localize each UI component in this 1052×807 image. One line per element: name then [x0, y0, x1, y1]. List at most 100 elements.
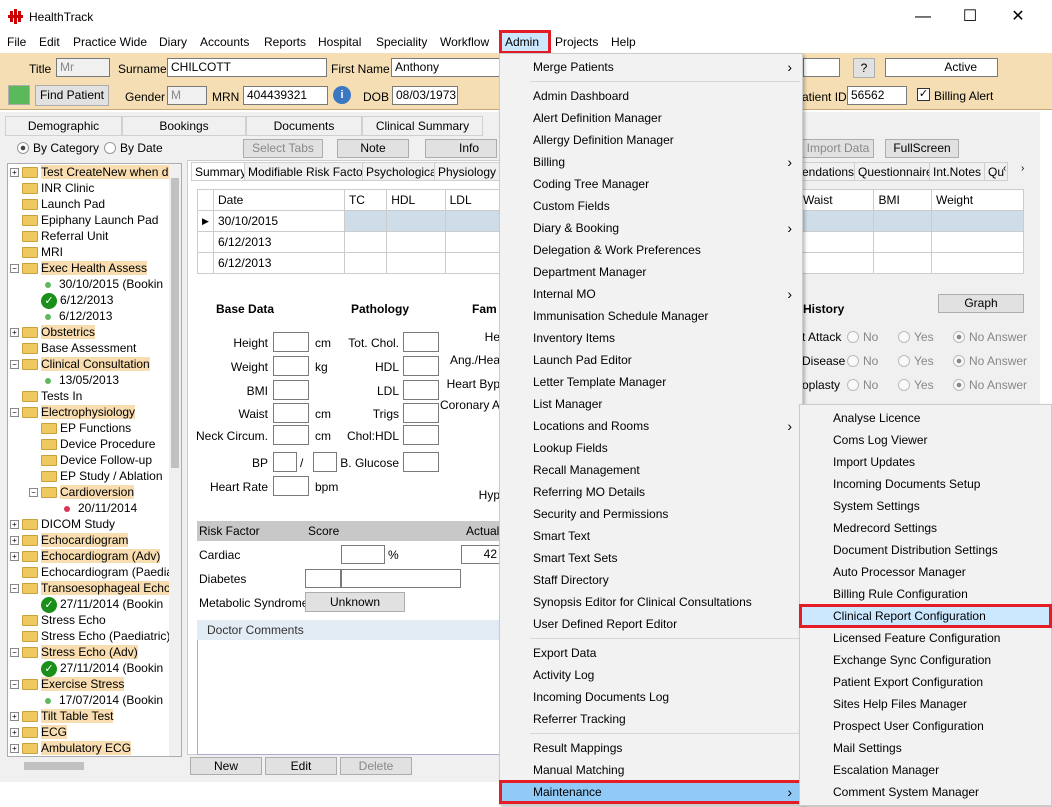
tree-item[interactable]: + DICOM Study [10, 516, 115, 532]
tree-item[interactable]: INR Clinic [10, 180, 94, 196]
expand-toggle-icon[interactable]: + [10, 712, 19, 722]
base-data-input[interactable] [273, 332, 309, 352]
status-select[interactable]: Active [885, 58, 998, 77]
admin-menu-item[interactable]: Activity Log [500, 664, 802, 686]
tree-item[interactable]: − Transoesophageal Echo [10, 580, 171, 596]
admin-menu-item[interactable]: Custom Fields [500, 195, 802, 217]
history-radio[interactable] [953, 331, 965, 343]
note-button[interactable]: Note [337, 139, 409, 158]
maintenance-menu-item[interactable]: Sites Help Files Manager [800, 693, 1051, 715]
tree-item[interactable]: Base Assessment [10, 340, 136, 356]
maintenance-menu-item[interactable]: Auto Processor Manager [800, 561, 1051, 583]
base-data-input[interactable] [273, 403, 309, 423]
admin-menu-item[interactable]: Export Data [500, 642, 802, 664]
expand-toggle-icon[interactable]: − [10, 680, 19, 690]
tree-item[interactable]: 13/05/2013 [10, 372, 119, 388]
admin-menu-item[interactable]: Merge Patients › [500, 56, 802, 78]
mrn-field[interactable]: 404439321 [243, 86, 328, 105]
tree-item[interactable]: EP Functions [10, 420, 131, 436]
gender-select[interactable]: M [167, 86, 207, 105]
tree-item[interactable]: − Exec Health Assess [10, 260, 148, 276]
clinical-report-configuration-item[interactable]: Clinical Report Configuration [799, 604, 1052, 628]
select-tabs-button[interactable]: Select Tabs [243, 139, 323, 158]
minimize-button[interactable]: — [900, 0, 946, 33]
history-radio[interactable] [847, 379, 859, 391]
menu-projects[interactable]: Projects [555, 35, 598, 49]
admin-menu-item[interactable]: Department Manager [500, 261, 802, 283]
maintenance-menu-item[interactable]: Prospect User Configuration [800, 715, 1051, 737]
edit-button[interactable]: Edit [265, 757, 337, 775]
history-radio[interactable] [898, 379, 910, 391]
maintenance-menu-item[interactable]: Mail Settings [800, 737, 1051, 759]
maintenance-menu-item[interactable]: Maintenance › [499, 780, 803, 804]
menu-speciality[interactable]: Speciality [376, 35, 427, 49]
menu-practice-wide[interactable]: Practice Wide [73, 35, 147, 49]
base-data-input[interactable] [273, 356, 309, 376]
pathology-input[interactable] [403, 356, 439, 376]
history-radio[interactable] [898, 331, 910, 343]
admin-menu-item[interactable]: User Defined Report Editor [500, 613, 802, 635]
surname-field[interactable]: CHILCOTT [167, 58, 327, 77]
maintenance-menu-item[interactable]: Licensed Feature Configuration [800, 627, 1051, 649]
admin-menu-item[interactable]: List Manager [500, 393, 802, 415]
tab-documents[interactable]: Documents [246, 116, 362, 136]
fullscreen-button[interactable]: FullScreen [885, 139, 959, 158]
admin-menu-item[interactable]: Internal MO › [500, 283, 802, 305]
tree-item[interactable]: 20/11/2014 [10, 500, 137, 516]
menu-diary[interactable]: Diary [159, 35, 187, 49]
tree-item[interactable]: EP Study / Ablation [10, 468, 163, 484]
menu-hospital[interactable]: Hospital [318, 35, 361, 49]
cardiac-score[interactable] [341, 545, 385, 564]
tree-item[interactable]: Device Procedure [10, 436, 155, 452]
history-radio[interactable] [953, 355, 965, 367]
tree-item[interactable]: − Electrophysiology [10, 404, 136, 420]
tab-bookings[interactable]: Bookings [122, 116, 246, 136]
admin-menu-item[interactable]: Staff Directory [500, 569, 802, 591]
tree-item[interactable]: Stress Echo [10, 612, 106, 628]
menu-edit[interactable]: Edit [39, 35, 60, 49]
admin-menu-item[interactable]: Alert Definition Manager [500, 107, 802, 129]
admin-menu-item[interactable]: Lookup Fields [500, 437, 802, 459]
maintenance-menu-item[interactable]: Comment System Manager [800, 781, 1051, 803]
tree-item[interactable]: + Ambulatory ECG [10, 740, 132, 756]
import-data-button[interactable]: Import Data [802, 139, 874, 158]
subtab-int-notes[interactable]: Int.Notes [929, 162, 986, 181]
maintenance-menu-item[interactable]: Import Updates [800, 451, 1051, 473]
history-radio[interactable] [953, 379, 965, 391]
tree-item[interactable]: − Clinical Consultation [10, 356, 150, 372]
tree-item[interactable]: 6/12/2013 [10, 308, 112, 324]
billing-alert-checkbox[interactable]: ✓ [917, 88, 930, 101]
admin-menu-item[interactable]: Inventory Items [500, 327, 802, 349]
menu-help[interactable]: Help [611, 35, 636, 49]
tree-item[interactable]: 30/10/2015 (Bookin [10, 276, 163, 292]
tree-item[interactable]: ✓ 6/12/2013 [10, 292, 113, 309]
maximize-button[interactable]: ☐ [947, 0, 993, 33]
tree-item[interactable]: − Cardioversion [10, 484, 135, 500]
subtab-questionnaire[interactable]: Questionnaire [854, 162, 937, 181]
history-radio[interactable] [847, 331, 859, 343]
admin-menu-item[interactable]: Synopsis Editor for Clinical Consultatio… [500, 591, 802, 613]
menu-reports[interactable]: Reports [264, 35, 306, 49]
tree-item[interactable]: Launch Pad [10, 196, 105, 212]
firstname-field[interactable]: Anthony [391, 58, 501, 77]
menu-file[interactable]: File [7, 35, 26, 49]
history-radio[interactable] [847, 355, 859, 367]
tree-item[interactable]: − Exercise Stress [10, 676, 125, 692]
admin-menu-item[interactable]: Incoming Documents Log [500, 686, 802, 708]
close-button[interactable]: ✕ [995, 0, 1041, 33]
admin-menu-item[interactable]: Diary & Booking › [500, 217, 802, 239]
admin-menu-item[interactable]: Admin Dashboard [500, 85, 802, 107]
maintenance-menu-item[interactable]: Medrecord Settings [800, 517, 1051, 539]
pathology-input[interactable] [403, 380, 439, 400]
admin-menu-item[interactable]: Coding Tree Manager [500, 173, 802, 195]
pathology-input[interactable] [403, 403, 439, 423]
expand-toggle-icon[interactable]: + [10, 536, 19, 546]
maintenance-menu-item[interactable]: Exchange Sync Configuration [800, 649, 1051, 671]
pathology-input[interactable] [403, 425, 439, 445]
subtab-summary[interactable]: Summary [191, 162, 251, 181]
expand-toggle-icon[interactable]: + [10, 744, 19, 754]
base-data-input[interactable] [273, 476, 309, 496]
expand-toggle-icon[interactable]: − [10, 360, 19, 370]
tree-item[interactable]: + Test CreateNew when di [10, 164, 172, 180]
expand-toggle-icon[interactable]: + [10, 728, 19, 738]
